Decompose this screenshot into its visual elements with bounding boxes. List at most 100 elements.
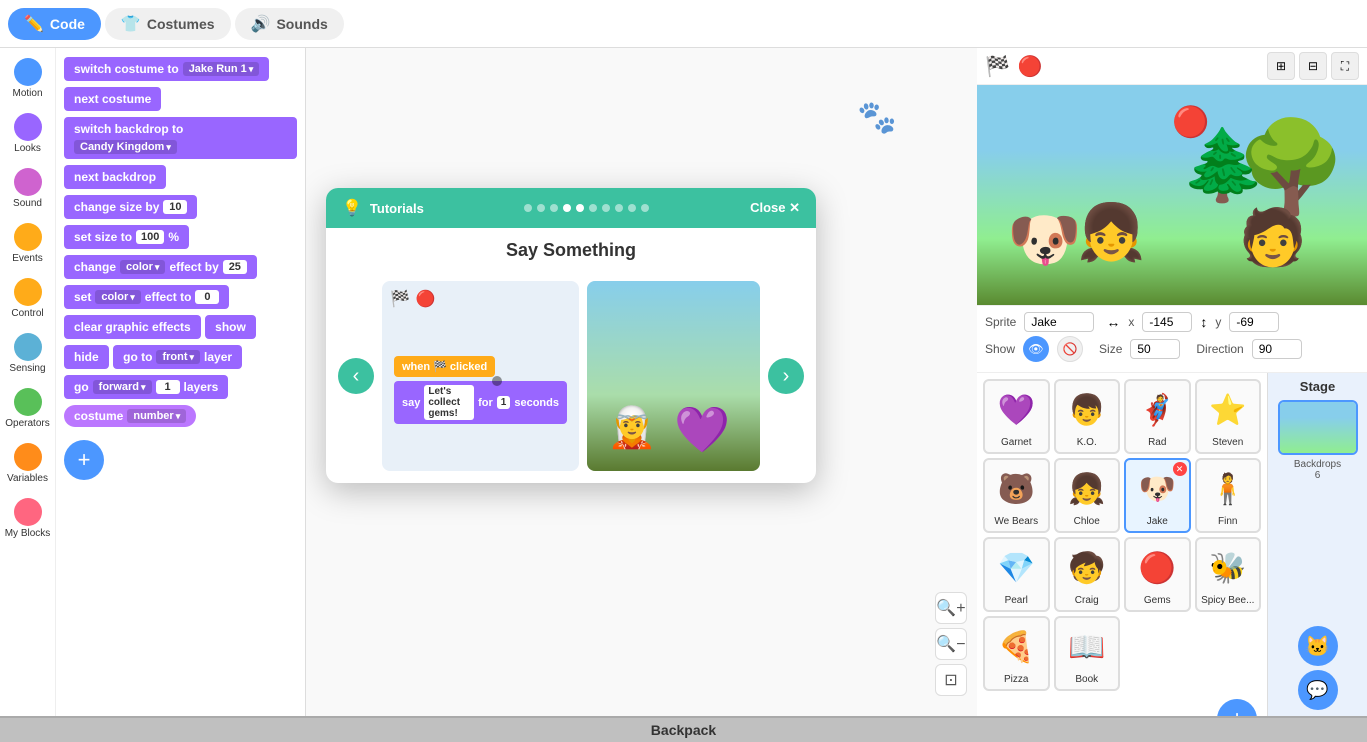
tutorial-flag-area: 🏁 🔴: [390, 289, 436, 309]
sidebar-item-motion[interactable]: Motion: [0, 52, 55, 105]
block-costume-number[interactable]: costume number: [64, 405, 196, 427]
sprite-thumb-steven[interactable]: ⭐ Steven: [1195, 379, 1262, 454]
sprite-thumb-craig[interactable]: 🧒 Craig: [1054, 537, 1121, 612]
stage-thumbnail[interactable]: [1278, 400, 1358, 455]
backpack-bar[interactable]: Backpack: [0, 716, 1367, 742]
myblocks-dot: [14, 498, 42, 526]
direction-label: Direction: [1196, 342, 1243, 356]
garnet-label: Garnet: [1001, 437, 1032, 448]
layout-split-button[interactable]: ⊟: [1299, 52, 1327, 80]
block-switch-costume[interactable]: switch costume to Jake Run 1: [64, 57, 269, 81]
sprite-thumb-rad[interactable]: 🦸 Rad: [1124, 379, 1191, 454]
tutorial-green-flag[interactable]: 🏁: [390, 289, 410, 309]
backdrops-label: Backdrops: [1294, 459, 1341, 470]
pizza-img: 🍕: [991, 622, 1041, 672]
sidebar-item-events[interactable]: Events: [0, 217, 55, 270]
sidebar-item-operators[interactable]: Operators: [0, 382, 55, 435]
block-change-size[interactable]: change size by 10: [64, 195, 197, 219]
sprite-thumb-webears[interactable]: 🐻 We Bears: [983, 458, 1050, 533]
add-sprite-button[interactable]: +: [1217, 699, 1257, 716]
tutorial-next-button[interactable]: ›: [768, 358, 804, 394]
sprite-thumb-book[interactable]: 📖 Book: [1054, 616, 1121, 691]
tab-sounds[interactable]: 🔊 Sounds: [235, 8, 344, 40]
sensing-label: Sensing: [9, 363, 45, 374]
main-layout: Motion Looks Sound Events Control Sensin…: [0, 48, 1367, 716]
looks-label: Looks: [14, 143, 41, 154]
finn-label: Finn: [1218, 516, 1237, 527]
block-switch-backdrop[interactable]: switch backdrop to Candy Kingdom: [64, 117, 297, 159]
when-clicked-block[interactable]: when 🏁 clicked: [394, 356, 495, 377]
block-hide[interactable]: hide: [64, 345, 109, 369]
stop-button[interactable]: 🔴: [1018, 54, 1043, 79]
block-next-costume[interactable]: next costume: [64, 87, 161, 111]
sprite-thumb-garnet[interactable]: 💜 Garnet: [983, 379, 1050, 454]
sprite-thumb-finn[interactable]: 🧍 Finn: [1195, 458, 1262, 533]
code-tab-label: Code: [50, 16, 85, 32]
sprite-thumb-gems[interactable]: 🔴 Gems: [1124, 537, 1191, 612]
block-set-size[interactable]: set size to 100 %: [64, 225, 189, 249]
blocks-panel: switch costume to Jake Run 1 next costum…: [56, 48, 306, 716]
tutorial-overlay: 💡 Tutorials Close ✕ Say Something: [326, 188, 816, 483]
x-input[interactable]: [1142, 312, 1192, 332]
variables-label: Variables: [7, 473, 48, 484]
control-dot: [14, 278, 42, 306]
pizza-label: Pizza: [1004, 674, 1028, 685]
size-input[interactable]: [1130, 339, 1180, 359]
hide-eye-button[interactable]: 🚫: [1057, 336, 1083, 362]
stage-action-button[interactable]: 💬: [1298, 670, 1338, 710]
tutorial-prev-button[interactable]: ‹: [338, 358, 374, 394]
spicybee-img: 🐝: [1203, 543, 1253, 593]
stage-char1: 👧: [1077, 200, 1145, 265]
block-go-to-layer[interactable]: go to front layer: [113, 345, 242, 369]
block-show[interactable]: show: [205, 315, 256, 339]
sprite-thumb-pizza[interactable]: 🍕 Pizza: [983, 616, 1050, 691]
spicybee-label: Spicy Bee...: [1201, 595, 1254, 606]
stage-backdrops-info: Backdrops 6: [1294, 459, 1341, 481]
zoom-out-button[interactable]: 🔍−: [935, 628, 967, 660]
jake-remove-button[interactable]: ✕: [1173, 462, 1187, 476]
zoom-in-button[interactable]: 🔍+: [935, 592, 967, 624]
sprites-area: 💜 Garnet 👦 K.O. 🦸 Rad ⭐: [977, 373, 1367, 716]
show-eye-button[interactable]: 👁: [1023, 336, 1049, 362]
sidebar-item-looks[interactable]: Looks: [0, 107, 55, 160]
sprite-thumb-chloe[interactable]: 👧 Chloe: [1054, 458, 1121, 533]
sidebar-item-myblocks[interactable]: My Blocks: [0, 492, 55, 545]
tutorial-header: 💡 Tutorials Close ✕: [326, 188, 816, 228]
say-block[interactable]: say Let's collect gems! for 1 seconds: [394, 381, 567, 424]
layout-fullscreen-button[interactable]: ⛶: [1331, 52, 1359, 80]
add-block-button[interactable]: +: [64, 440, 104, 480]
sprite-thumb-spicybee[interactable]: 🐝 Spicy Bee...: [1195, 537, 1262, 612]
tab-costumes[interactable]: 👕 Costumes: [105, 8, 231, 40]
categories-sidebar: Motion Looks Sound Events Control Sensin…: [0, 48, 56, 716]
sidebar-item-control[interactable]: Control: [0, 272, 55, 325]
scene-char-1: 🧝: [607, 404, 657, 451]
sprite-thumb-jake[interactable]: ✕ 🐶 Jake: [1124, 458, 1191, 533]
sprite-thumb-ko[interactable]: 👦 K.O.: [1054, 379, 1121, 454]
tutorial-close-button[interactable]: Close ✕: [750, 200, 800, 216]
tutorial-stop-btn[interactable]: 🔴: [416, 289, 436, 309]
direction-input[interactable]: [1252, 339, 1302, 359]
gems-img: 🔴: [1132, 543, 1182, 593]
stage-ball: 🔴: [1172, 105, 1209, 140]
add-to-stage-button[interactable]: 🐱: [1298, 626, 1338, 666]
y-input[interactable]: [1229, 312, 1279, 332]
block-go-layers[interactable]: go forward 1 layers: [64, 375, 228, 399]
sidebar-item-sensing[interactable]: Sensing: [0, 327, 55, 380]
block-clear-effects[interactable]: clear graphic effects: [64, 315, 201, 339]
layout-small-button[interactable]: ⊞: [1267, 52, 1295, 80]
block-change-color-effect[interactable]: change color effect by 25: [64, 255, 257, 279]
sprite-thumb-pearl[interactable]: 💎 Pearl: [983, 537, 1050, 612]
sidebar-item-sound[interactable]: Sound: [0, 162, 55, 215]
book-label: Book: [1075, 674, 1098, 685]
zoom-reset-button[interactable]: ⊡: [935, 664, 967, 696]
tab-code[interactable]: ✏️ Code: [8, 8, 101, 40]
tutorial-code-blocks: when 🏁 clicked say Let's collect gems! f…: [394, 354, 567, 426]
sidebar-item-variables[interactable]: Variables: [0, 437, 55, 490]
sprite-name-input[interactable]: [1024, 312, 1094, 332]
scene-char-2: 💜: [674, 403, 730, 456]
code-icon: ✏️: [24, 14, 44, 34]
dot-2: [537, 204, 545, 212]
green-flag-button[interactable]: 🏁: [985, 54, 1010, 79]
block-next-backdrop[interactable]: next backdrop: [64, 165, 166, 189]
block-set-effect[interactable]: set color effect to 0: [64, 285, 229, 309]
